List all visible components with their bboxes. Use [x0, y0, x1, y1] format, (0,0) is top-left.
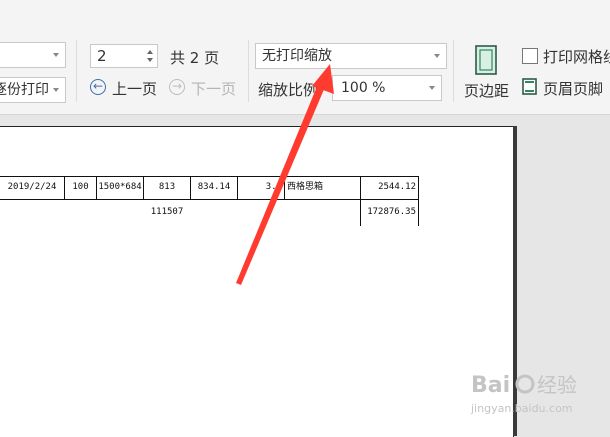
svg-text:经验: 经验 [537, 373, 577, 397]
svg-text:jingyan.baidu.com: jingyan.baidu.com [470, 402, 573, 415]
svg-text:Bai: Bai [471, 373, 510, 398]
watermark-logo: Bai 经验 jingyan.baidu.com [470, 373, 577, 415]
